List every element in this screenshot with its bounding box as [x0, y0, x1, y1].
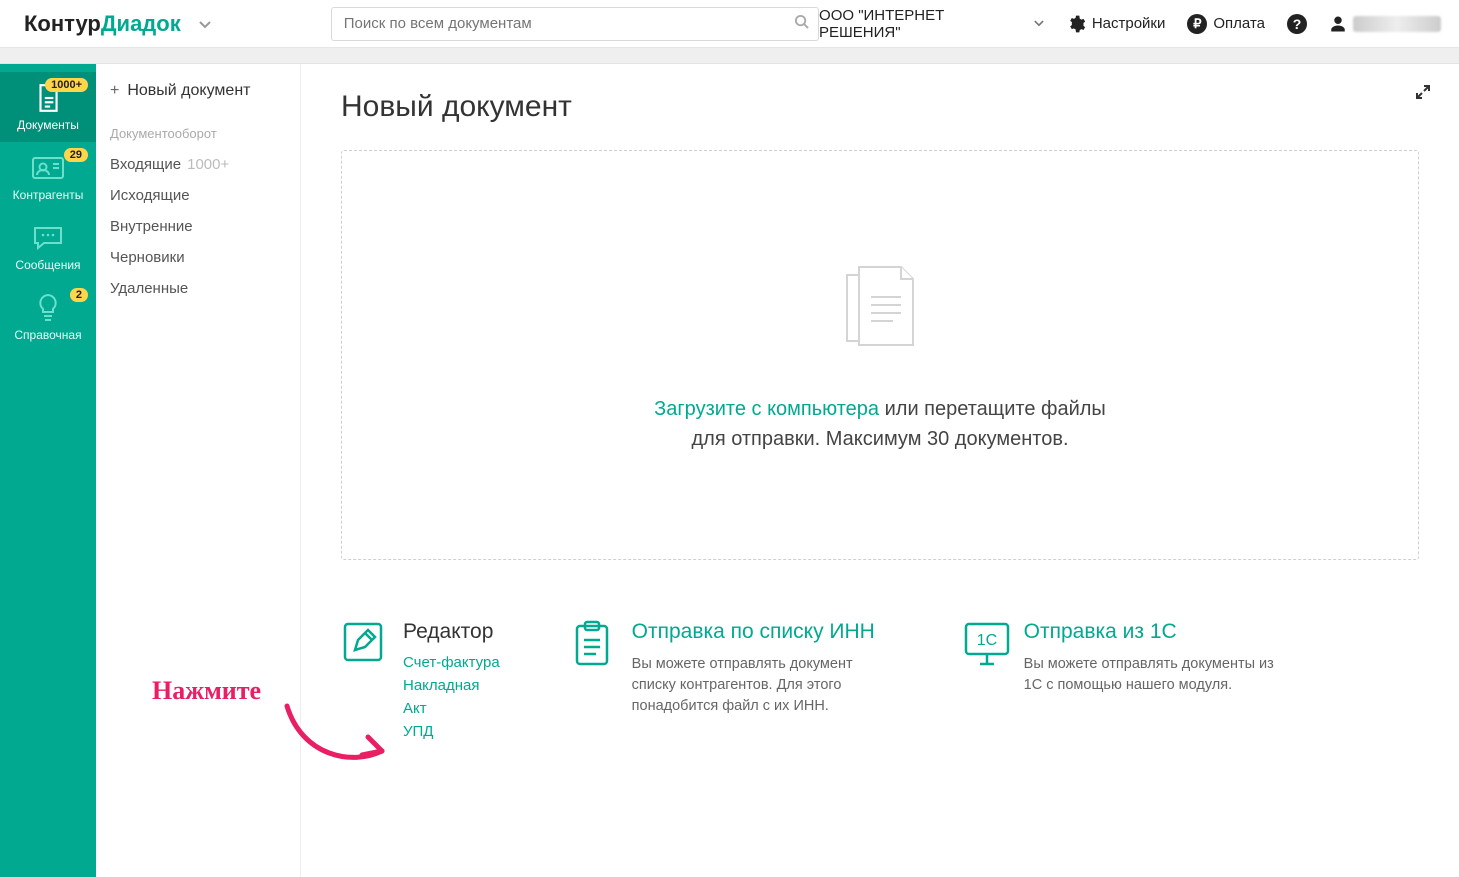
- dropzone-text-after: или перетащите файлы: [879, 398, 1106, 420]
- secondary-nav: + Новый документ Документооборот Входящи…: [96, 64, 301, 877]
- new-document-label: Новый документ: [127, 82, 250, 100]
- editor-link-act[interactable]: Акт: [403, 700, 500, 717]
- search-input[interactable]: [332, 15, 784, 32]
- main-content: Новый документ: [301, 64, 1459, 877]
- card-inn-desc: Вы можете отправлять документ списку кон…: [632, 654, 892, 717]
- card-editor: Редактор Счет-фактура Накладная Акт УПД: [341, 620, 500, 740]
- gear-icon: [1066, 14, 1086, 34]
- lightbulb-icon: [31, 294, 65, 322]
- sidebar-item-messages[interactable]: Сообщения: [0, 212, 96, 282]
- dropzone-line2: для отправки. Максимум 30 документов.: [691, 424, 1068, 454]
- sidebar-item-label: Документы: [17, 118, 79, 132]
- nav-group-title: Документооборот: [96, 116, 300, 149]
- contacts-icon: [31, 154, 65, 182]
- upload-link[interactable]: Загрузите с компьютера: [654, 398, 879, 420]
- page-title: Новый документ: [341, 90, 1419, 124]
- top-right: ООО "ИНТЕРНЕТ РЕШЕНИЯ" Настройки ₽ Оплат…: [819, 7, 1441, 41]
- sidebar-item-label: Сообщения: [15, 258, 80, 272]
- nav-item-internal[interactable]: Внутренние: [96, 211, 300, 242]
- sidebar-badge: 2: [70, 288, 88, 302]
- dropzone-line1: Загрузите с компьютера или перетащите фа…: [654, 394, 1106, 424]
- sidebar-item-reference[interactable]: 2 Справочная: [0, 282, 96, 352]
- settings-label: Настройки: [1092, 15, 1166, 32]
- card-1c-desc: Вы можете отправлять документы из 1С с п…: [1024, 654, 1284, 696]
- help-icon: ?: [1287, 14, 1307, 34]
- card-1c-title[interactable]: Отправка из 1С: [1024, 620, 1284, 644]
- documents-stack-icon: [825, 257, 935, 370]
- chat-icon: [31, 224, 65, 252]
- nav-item-count: 1000+: [187, 156, 229, 173]
- clipboard-icon: [570, 620, 614, 664]
- sidebar-badge: 29: [64, 148, 88, 162]
- sidebar-badge: 1000+: [45, 78, 88, 92]
- sidebar: 1000+ Документы 29 Контрагенты Сообщения…: [0, 64, 96, 877]
- user-name-blurred: [1353, 16, 1441, 32]
- editor-link-waybill[interactable]: Накладная: [403, 677, 500, 694]
- plus-icon: +: [110, 82, 119, 100]
- editor-icon: [341, 620, 385, 664]
- org-selector[interactable]: ООО "ИНТЕРНЕТ РЕШЕНИЯ": [819, 7, 1044, 41]
- ruble-icon: ₽: [1187, 14, 1207, 34]
- nav-item-label: Исходящие: [110, 187, 190, 204]
- sidebar-item-label: Контрагенты: [13, 188, 84, 202]
- card-inn: Отправка по списку ИНН Вы можете отправл…: [570, 620, 892, 740]
- user-icon: [1329, 15, 1347, 33]
- editor-links: Счет-фактура Накладная Акт УПД: [403, 654, 500, 740]
- expand-icon[interactable]: [1415, 84, 1431, 105]
- nav-item-label: Черновики: [110, 249, 185, 266]
- settings-link[interactable]: Настройки: [1066, 14, 1166, 34]
- org-switch-chevron-icon[interactable]: [199, 16, 211, 32]
- logo-part1: Контур: [24, 11, 101, 37]
- card-editor-title: Редактор: [403, 620, 500, 644]
- nav-item-label: Входящие: [110, 156, 181, 173]
- new-document-button[interactable]: + Новый документ: [96, 82, 300, 116]
- nav-item-inbox[interactable]: Входящие 1000+: [96, 149, 300, 180]
- chevron-down-icon: [1034, 20, 1044, 27]
- logo-part2: Диадок: [101, 11, 181, 37]
- org-name: ООО "ИНТЕРНЕТ РЕШЕНИЯ": [819, 7, 1028, 41]
- top-bar: КонтурДиадок ООО "ИНТЕРНЕТ РЕШЕНИЯ" Наст…: [0, 0, 1459, 48]
- nav-item-outbox[interactable]: Исходящие: [96, 180, 300, 211]
- logo[interactable]: КонтурДиадок: [24, 11, 181, 37]
- nav-item-label: Удаленные: [110, 280, 188, 297]
- editor-link-upd[interactable]: УПД: [403, 723, 500, 740]
- monitor-1c-icon: 1С: [962, 620, 1006, 664]
- payment-link[interactable]: ₽ Оплата: [1187, 14, 1265, 34]
- editor-link-invoice[interactable]: Счет-фактура: [403, 654, 500, 671]
- option-cards: Редактор Счет-фактура Накладная Акт УПД …: [341, 620, 1419, 740]
- gray-strip: [0, 48, 1459, 64]
- search-box[interactable]: [331, 7, 819, 41]
- svg-text:1С: 1С: [976, 632, 996, 649]
- sidebar-item-label: Справочная: [14, 328, 81, 342]
- nav-item-drafts[interactable]: Черновики: [96, 242, 300, 273]
- search-icon[interactable]: [784, 14, 818, 33]
- sidebar-item-documents[interactable]: 1000+ Документы: [0, 72, 96, 142]
- help-button[interactable]: ?: [1287, 14, 1307, 34]
- nav-item-label: Внутренние: [110, 218, 193, 235]
- card-1c: 1С Отправка из 1С Вы можете отправлять д…: [962, 620, 1284, 740]
- payment-label: Оплата: [1213, 15, 1265, 32]
- sidebar-item-contragents[interactable]: 29 Контрагенты: [0, 142, 96, 212]
- user-menu[interactable]: [1329, 15, 1441, 33]
- nav-item-deleted[interactable]: Удаленные: [96, 273, 300, 304]
- dropzone[interactable]: Загрузите с компьютера или перетащите фа…: [341, 150, 1419, 560]
- card-inn-title[interactable]: Отправка по списку ИНН: [632, 620, 892, 644]
